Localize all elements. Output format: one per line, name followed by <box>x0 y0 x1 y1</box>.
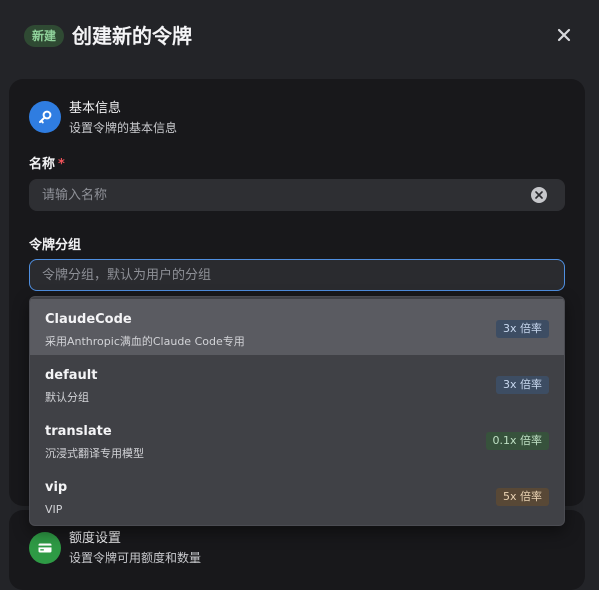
key-icon-badge <box>29 101 61 133</box>
group-option-claudecode[interactable]: ClaudeCode 采用Anthropic满血的Claude Code专用 3… <box>30 299 564 355</box>
modal-header: 新建 创建新的令牌 <box>0 0 599 78</box>
group-option-default[interactable]: default 默认分组 3x 倍率 <box>30 355 564 411</box>
rate-tag: 5x 倍率 <box>495 488 549 506</box>
quota-section-subtitle: 设置令牌可用额度和数量 <box>69 551 202 565</box>
card-icon <box>38 543 52 553</box>
option-description: 沉浸式翻译专用模型 <box>45 447 144 460</box>
name-input[interactable] <box>29 179 565 211</box>
key-icon <box>39 110 52 124</box>
group-select-input[interactable] <box>29 259 565 291</box>
rate-tag: 3x 倍率 <box>495 320 549 338</box>
group-field-label: 令牌分组 <box>29 238 82 253</box>
basic-section-subtitle: 设置令牌的基本信息 <box>69 121 178 135</box>
option-description: 采用Anthropic满血的Claude Code专用 <box>45 335 245 348</box>
option-name: vip <box>45 480 68 495</box>
group-dropdown: ClaudeCode 采用Anthropic满血的Claude Code专用 3… <box>29 296 565 526</box>
card-icon-badge <box>29 532 61 564</box>
basic-section-title: 基本信息 <box>69 101 122 116</box>
name-label-text: 名称 <box>29 157 56 172</box>
option-name: default <box>45 368 98 383</box>
option-name: translate <box>45 424 112 439</box>
group-option-vip[interactable]: vip VIP 5x 倍率 <box>30 467 564 523</box>
name-field-label: 名称 * <box>29 156 65 174</box>
group-option-translate[interactable]: translate 沉浸式翻译专用模型 0.1x 倍率 <box>30 411 564 467</box>
option-name: ClaudeCode <box>45 312 132 327</box>
required-mark: * <box>58 157 65 172</box>
clear-button[interactable] <box>531 187 547 203</box>
close-icon <box>557 28 571 42</box>
option-description: VIP <box>45 503 63 516</box>
rate-tag: 3x 倍率 <box>495 376 549 394</box>
option-description: 默认分组 <box>45 391 89 404</box>
page-title: 创建新的令牌 <box>72 24 192 48</box>
clear-icon <box>535 191 543 199</box>
rate-tag: 0.1x 倍率 <box>485 432 549 450</box>
new-badge: 新建 <box>24 25 65 47</box>
close-button[interactable] <box>552 23 576 47</box>
quota-section-title: 额度设置 <box>69 531 122 546</box>
